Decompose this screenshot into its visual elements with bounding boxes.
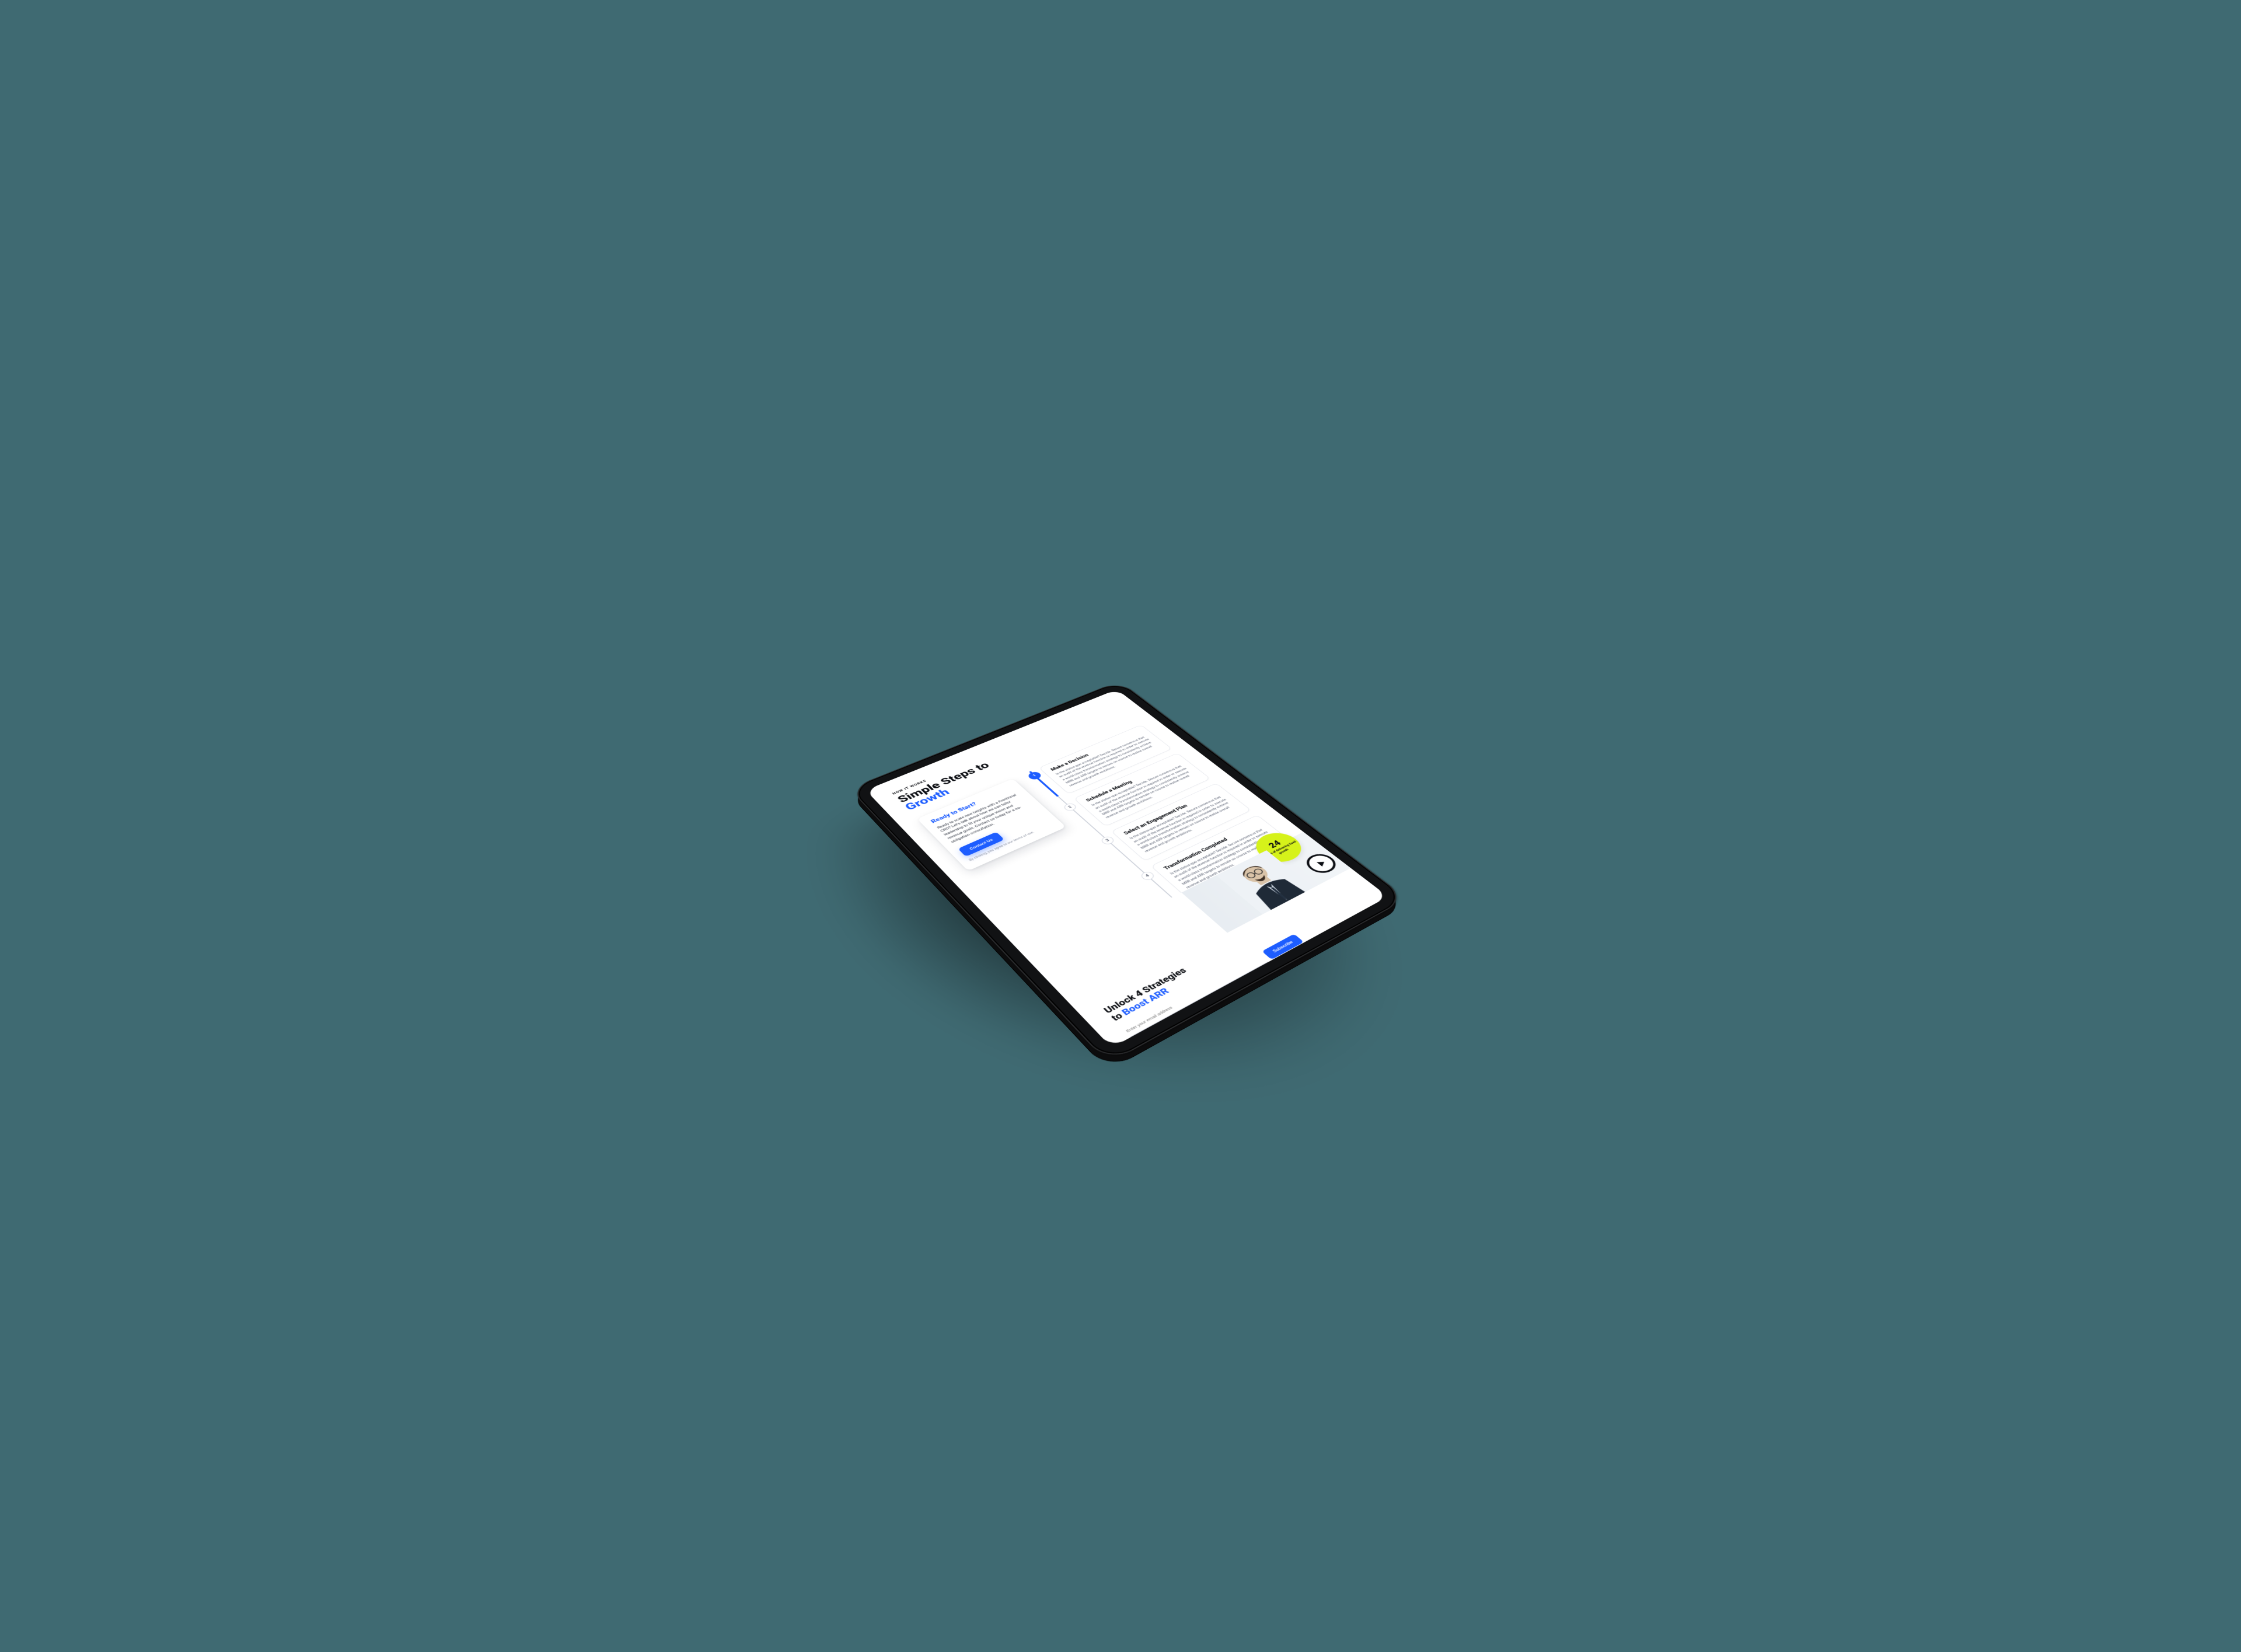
play-video-button[interactable] bbox=[1301, 850, 1342, 876]
subscribe-title-a: Unlock 4 Strategies bbox=[1102, 966, 1189, 1015]
subscribe-button[interactable]: Subscribe bbox=[1262, 934, 1304, 959]
stamp-caption: Years of delivering SaaS growth bbox=[1262, 839, 1302, 861]
subscribe-title-c: Boost ARR bbox=[1119, 986, 1171, 1017]
person-icon bbox=[1216, 850, 1314, 914]
hero-avatar bbox=[1195, 848, 1316, 925]
stamp-number: 24 bbox=[1267, 839, 1283, 849]
subscribe-title-b: to bbox=[1109, 1009, 1128, 1022]
steps-timeline: 1 Make a Decision Is the status-quo acce… bbox=[1025, 724, 1301, 910]
step-2-badge: 2 bbox=[1062, 802, 1078, 812]
step-4-badge: 4 bbox=[1139, 870, 1156, 881]
